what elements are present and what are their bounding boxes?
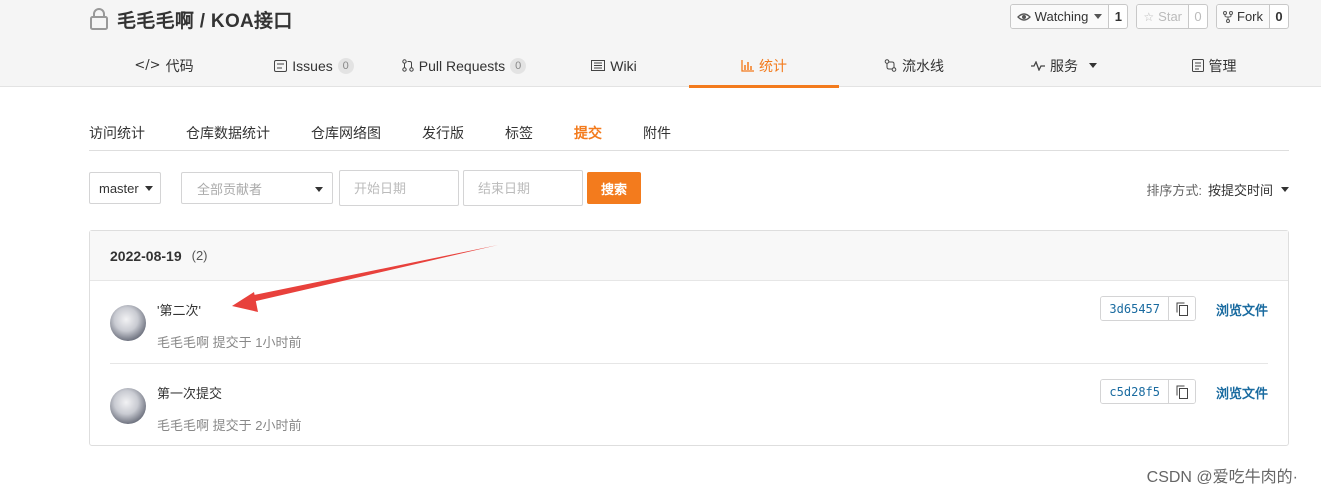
chevron-down-icon	[315, 187, 323, 192]
copy-icon	[1176, 385, 1188, 399]
browse-files-link[interactable]: 浏览文件	[1216, 383, 1268, 402]
tab-manage[interactable]: 管理	[1139, 44, 1289, 87]
bar-chart-icon	[741, 59, 754, 72]
watch-count[interactable]: 1	[1109, 5, 1127, 28]
browse-files-link[interactable]: 浏览文件	[1216, 300, 1268, 319]
manage-icon	[1191, 59, 1204, 72]
commit-filters: master 全部贡献者 搜索 排序方式: 按提交时间	[89, 170, 1289, 206]
star-button[interactable]: ☆ Star	[1137, 5, 1189, 28]
sort-value: 按提交时间	[1207, 183, 1273, 198]
avatar[interactable]	[110, 388, 146, 424]
code-icon: </>	[134, 58, 161, 73]
tab-wiki[interactable]: Wiki	[539, 44, 689, 87]
tab-label: 流水线	[902, 57, 944, 74]
commit-sha-link[interactable]: c5d28f5	[1101, 380, 1169, 403]
contributor-placeholder: 全部贡献者	[197, 181, 263, 197]
tab-code[interactable]: </> 代码	[89, 44, 239, 87]
subnav-visit-stats[interactable]: 访问统计	[89, 113, 145, 150]
watermark: CSDN @爱吃牛肉的·	[1146, 469, 1298, 486]
pulse-icon	[1031, 60, 1045, 71]
commit-message[interactable]: '第二次'	[157, 300, 201, 319]
subnav-releases[interactable]: 发行版	[422, 113, 464, 150]
commit-sha-box: c5d28f5	[1100, 379, 1196, 404]
branch-value: master	[99, 180, 139, 196]
avatar[interactable]	[110, 305, 146, 341]
repo-nav: </> 代码 Issues 0 Pull Requests 0 Wiki 统计 …	[89, 44, 1289, 88]
fork-label: Fork	[1237, 9, 1263, 24]
commit-count: (2)	[191, 248, 208, 263]
tab-services[interactable]: 服务	[989, 44, 1139, 87]
fork-button[interactable]: Fork	[1217, 5, 1270, 28]
commit-sha-box: 3d65457	[1100, 296, 1196, 321]
tab-label: Issues	[292, 57, 333, 74]
tab-label: 代码	[165, 57, 194, 74]
lock-icon	[90, 8, 108, 30]
star-icon: ☆	[1143, 9, 1155, 24]
end-date-input[interactable]	[463, 170, 583, 206]
commit-date: 2022-08-19	[110, 247, 182, 264]
wiki-icon	[591, 60, 606, 71]
subnav-commits[interactable]: 提交	[574, 113, 602, 150]
tab-stats[interactable]: 统计	[689, 44, 839, 88]
repo-actions: Watching 1 ☆ Star 0 Fork 0	[1009, 4, 1289, 29]
subnav-attachments[interactable]: 附件	[643, 113, 671, 150]
tab-pull-requests[interactable]: Pull Requests 0	[389, 44, 539, 87]
commit-sha-link[interactable]: 3d65457	[1101, 297, 1169, 320]
subnav-tags[interactable]: 标签	[505, 113, 533, 150]
chevron-down-icon	[1089, 63, 1097, 68]
copy-icon	[1176, 302, 1188, 316]
copy-button[interactable]	[1169, 297, 1195, 320]
repo-header: 毛毛毛啊 / KOA接口 Watching 1 ☆ Star 0 Fork 0	[0, 0, 1321, 88]
tab-label: 服务	[1050, 57, 1078, 74]
commit-list: 2022-08-19 (2) '第二次' 毛毛毛啊 提交于 1小时前 3d654…	[89, 230, 1289, 446]
fork-group[interactable]: Fork 0	[1216, 4, 1289, 29]
watch-button[interactable]: Watching	[1010, 5, 1110, 28]
sort-control: 排序方式: 按提交时间	[1146, 180, 1289, 199]
star-count[interactable]: 0	[1189, 5, 1207, 28]
commit-meta: 毛毛毛啊 提交于 2小时前	[157, 418, 302, 433]
star-label: Star	[1158, 9, 1182, 24]
start-date-input[interactable]	[339, 170, 459, 206]
tab-issues[interactable]: Issues 0	[239, 44, 389, 87]
fork-icon	[1223, 10, 1233, 23]
fork-count[interactable]: 0	[1270, 5, 1288, 28]
commit-row: 第一次提交 毛毛毛啊 提交于 2小时前 c5d28f5 浏览文件	[110, 363, 1268, 445]
issues-icon	[274, 59, 288, 72]
chevron-down-icon	[144, 185, 153, 191]
pull-request-icon	[402, 59, 414, 72]
star-group[interactable]: ☆ Star 0	[1136, 4, 1208, 29]
tab-label: Wiki	[610, 57, 637, 74]
commit-row: '第二次' 毛毛毛啊 提交于 1小时前 3d65457 浏览文件	[110, 281, 1268, 363]
tab-label: 管理	[1208, 57, 1237, 74]
repo-name[interactable]: 毛毛毛啊 / KOA接口	[117, 6, 293, 33]
tab-label: Pull Requests	[418, 57, 506, 74]
tab-pipeline[interactable]: 流水线	[839, 44, 989, 87]
commit-date-header: 2022-08-19 (2)	[90, 231, 1288, 281]
sort-label: 排序方式:	[1146, 183, 1202, 198]
branch-select[interactable]: master	[89, 172, 161, 204]
repo-title: 毛毛毛啊 / KOA接口	[89, 6, 293, 32]
contributor-select[interactable]: 全部贡献者	[181, 172, 333, 204]
eye-icon	[1016, 12, 1031, 21]
pipeline-icon	[884, 59, 897, 72]
chevron-down-icon	[1094, 14, 1103, 19]
subnav-repo-data-stats[interactable]: 仓库数据统计	[186, 113, 270, 150]
watch-group[interactable]: Watching 1	[1009, 4, 1129, 29]
chevron-down-icon	[1281, 187, 1289, 192]
pr-count-badge: 0	[510, 57, 527, 74]
issues-count-badge: 0	[337, 57, 354, 74]
tab-label: 统计	[759, 57, 787, 74]
watch-label: Watching	[1034, 9, 1089, 24]
subnav-network-graph[interactable]: 仓库网络图	[311, 113, 381, 150]
copy-button[interactable]	[1169, 380, 1195, 403]
commit-meta: 毛毛毛啊 提交于 1小时前	[157, 335, 302, 350]
sort-dropdown[interactable]: 按提交时间	[1208, 180, 1289, 199]
stats-subnav: 访问统计 仓库数据统计 仓库网络图 发行版 标签 提交 附件	[89, 113, 1289, 151]
search-button[interactable]: 搜索	[587, 172, 641, 204]
commit-message[interactable]: 第一次提交	[157, 383, 222, 402]
